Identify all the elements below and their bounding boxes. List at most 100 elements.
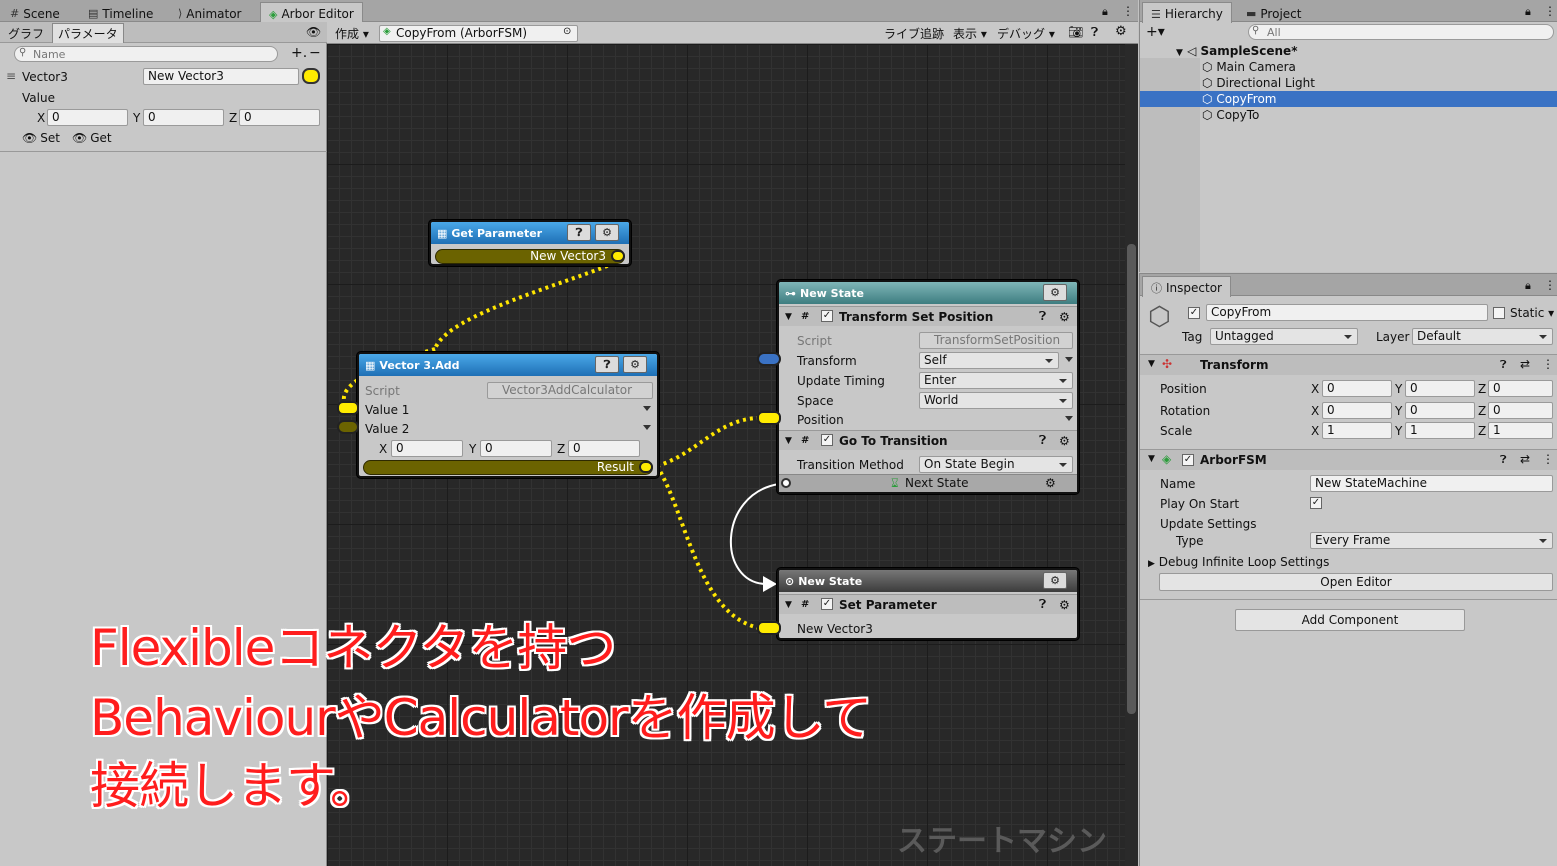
scale-x-field[interactable]: 1 [1322,422,1392,439]
node-header[interactable]: ⊶ New State ⚙︎ [779,282,1077,304]
transition-method-dropdown[interactable]: On State Begin [919,456,1073,473]
presets-icon[interactable]: ⇄ [1520,357,1530,371]
node-state-1[interactable]: ⊶ New State ⚙︎ ▼ # ✓ Transform Set Positi… [777,280,1079,494]
param-y-field[interactable]: 0 [143,109,224,126]
enabled-checkbox[interactable]: ✓ [821,310,833,322]
create-add-icon[interactable]: +▾ [1146,24,1165,40]
output-slot[interactable]: New Vector3 [435,249,625,264]
behaviour-header-set-parameter[interactable]: ▼ # ✓ Set Parameter ❓︎ ⚙︎ [779,594,1077,614]
static-checkbox[interactable] [1493,307,1505,319]
tab-parameters[interactable]: パラメータ [52,23,124,43]
static-label[interactable]: Static ▾ [1510,305,1554,321]
kebab-menu-icon[interactable]: ⋮ [1542,357,1554,371]
hierarchy-item-copyfrom[interactable]: ⬡ CopyFrom [1202,91,1276,107]
setparam-input-port-icon[interactable] [757,621,781,635]
hierarchy-item-copyto[interactable]: ⬡ CopyTo [1202,107,1259,123]
chevron-down-icon[interactable] [1065,416,1073,421]
add-component-button[interactable]: Add Component [1235,609,1465,631]
scale-z-field[interactable]: 1 [1488,422,1553,439]
help-icon[interactable]: ❓︎ [1500,358,1507,372]
param-x-field[interactable]: 0 [47,109,128,126]
eye-icon[interactable]: 👁︎ [306,25,321,39]
help-icon[interactable]: ❓︎ [1039,309,1046,324]
param-reference-port-icon[interactable] [302,68,320,84]
foldout-arrow-icon[interactable]: ▼ [1176,48,1183,58]
kebab-menu-icon[interactable]: ⋮ [1122,4,1134,18]
rotation-y-field[interactable]: 0 [1405,402,1475,419]
help-icon[interactable]: ❓︎ [1500,453,1507,467]
kebab-menu-icon[interactable]: ⋮ [1542,452,1554,466]
tag-dropdown[interactable]: Untagged [1210,328,1358,345]
chevron-down-icon[interactable] [643,406,651,411]
position-y-field[interactable]: 0 [1405,380,1475,397]
gear-icon[interactable]: ⚙︎ [595,224,619,241]
result-slot[interactable]: Result [363,460,653,475]
position-input-port-icon[interactable] [757,411,781,425]
tab-timeline[interactable]: ▤ Timeline [80,3,161,22]
update-type-dropdown[interactable]: Every Frame [1310,532,1553,549]
behaviour-header-transform-set-position[interactable]: ▼ # ✓ Transform Set Position ❓︎ ⚙︎ [779,306,1077,326]
gear-icon[interactable]: ⚙︎ [1043,572,1067,589]
open-editor-button[interactable]: Open Editor [1159,573,1553,591]
value2-y-field[interactable]: 0 [480,440,552,457]
node-vector3-add[interactable]: ▦ Vector 3.Add ❓︎ ⚙︎ Script Vector3AddCal… [357,352,659,478]
enabled-checkbox[interactable]: ✓ [821,598,833,610]
graph-scrollbar[interactable] [1125,44,1138,866]
view-menu[interactable]: 表示 ▾ [953,25,987,42]
gear-icon[interactable]: ⚙︎ [1045,476,1056,490]
help-icon[interactable]: ❓︎ [1039,433,1046,448]
set-toggle[interactable]: 👁︎ Set [22,131,60,145]
lock-icon[interactable]: 🔒︎ [1102,5,1108,19]
tab-project[interactable]: ▬ Project [1238,3,1309,22]
node-header[interactable]: ▦ Get Parameter ❓︎ ⚙︎ [431,222,629,244]
chevron-down-icon[interactable] [1065,357,1073,362]
gear-icon[interactable]: ⚙︎ [1059,434,1070,448]
tab-hierarchy[interactable]: ☰ Hierarchy [1142,2,1232,23]
value1-input-port-icon[interactable] [337,401,359,415]
live-tracking-button[interactable]: ライブ追跡 [884,25,944,42]
help-icon[interactable]: ❓︎ [1039,597,1046,612]
node-state-2[interactable]: ⊙ New State ⚙︎ ▼ # ✓ Set Parameter ❓︎ ⚙︎ … [777,568,1079,640]
result-port-icon[interactable] [639,461,653,473]
foldout-arrow-icon[interactable]: ▼ [785,436,792,446]
node-get-parameter[interactable]: ▦ Get Parameter ❓︎ ⚙︎ New Vector3 [429,220,631,266]
tab-scene[interactable]: # Scene [2,3,68,22]
gear-icon[interactable]: ⚙︎ [1059,310,1070,324]
object-name-field[interactable]: CopyFrom [1206,304,1488,321]
param-name-field[interactable]: New Vector3 [143,68,299,85]
behaviour-header-go-to-transition[interactable]: ▼ # ✓ Go To Transition ❓︎ ⚙︎ [779,430,1077,450]
debug-loop-foldout[interactable]: ▶ Debug Infinite Loop Settings [1148,554,1329,572]
statemachine-name-field[interactable]: New StateMachine [1310,475,1553,492]
tab-arbor-editor[interactable]: ◈ Arbor Editor [260,2,363,23]
help-icon[interactable]: ❓︎ [1091,25,1098,40]
drag-handle-icon[interactable]: ≡ [6,69,16,83]
object-field[interactable]: CopyFrom (ArborFSM) [379,25,578,42]
enabled-checkbox[interactable]: ✓ [821,434,833,446]
active-checkbox[interactable]: ✓ [1188,307,1200,319]
param-z-field[interactable]: 0 [239,109,320,126]
position-x-field[interactable]: 0 [1322,380,1392,397]
camera-icon[interactable]: 📷︎ [1068,25,1083,39]
value2-x-field[interactable]: 0 [391,440,463,457]
transform-dropdown[interactable]: Self [919,352,1059,369]
presets-icon[interactable]: ⇄ [1520,452,1530,466]
script-field[interactable]: TransformSetPosition [919,332,1073,349]
component-enabled-checkbox[interactable]: ✓ [1182,454,1194,466]
node-header[interactable]: ▦ Vector 3.Add ❓︎ ⚙︎ [359,354,657,376]
remove-param-button[interactable]: − [309,45,321,61]
rotation-z-field[interactable]: 0 [1488,402,1553,419]
kebab-menu-icon[interactable]: ⋮ [1544,4,1556,18]
tab-animator[interactable]: ⟩ Animator [170,3,249,22]
scale-y-field[interactable]: 1 [1405,422,1475,439]
tab-inspector[interactable]: ⓘ Inspector [1142,276,1231,297]
chevron-down-icon[interactable] [643,425,651,430]
play-on-start-checkbox[interactable]: ✓ [1310,497,1322,509]
position-z-field[interactable]: 0 [1488,380,1553,397]
gear-icon[interactable]: ⚙︎ [1115,24,1127,39]
create-menu[interactable]: 作成 ▾ [335,25,369,42]
foldout-arrow-icon[interactable]: ▼ [1148,454,1155,464]
scrollbar-thumb[interactable] [1127,244,1136,714]
object-picker-icon[interactable]: ⊙ [563,26,571,37]
layer-dropdown[interactable]: Default [1412,328,1553,345]
add-param-button[interactable]: +. [291,45,307,61]
